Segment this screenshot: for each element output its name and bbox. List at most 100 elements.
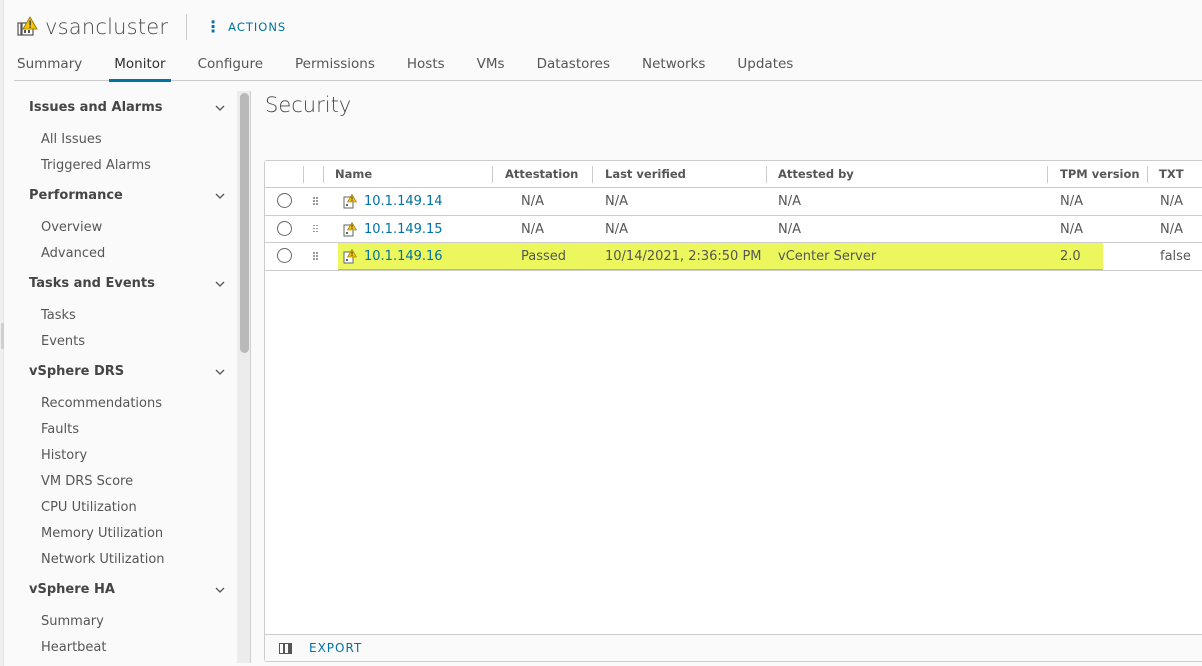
last-verified-cell: 10/14/2021, 2:36:50 PM [605, 249, 762, 264]
column-header-attestation[interactable]: Attestation [505, 161, 578, 187]
column-header-attested-by[interactable]: Attested by [778, 161, 854, 187]
left-pane-splitter[interactable] [0, 0, 4, 666]
row-select-radio[interactable] [277, 220, 292, 236]
header-divider [186, 14, 188, 40]
tpm-version-cell: N/A [1060, 194, 1083, 209]
export-button[interactable]: EXPORT [309, 641, 362, 655]
sidebar-section-performance[interactable]: Performance [29, 188, 229, 203]
attested-by-cell: vCenter Server [778, 249, 877, 264]
tab-datastores[interactable]: Datastores [534, 50, 613, 81]
last-verified-cell: N/A [605, 221, 628, 237]
tpm-version-cell: N/A [1060, 221, 1083, 237]
sidebar-section-vsphere-ha[interactable]: vSphere HA [29, 582, 229, 597]
sidebar-item-recommendations[interactable]: Recommendations [41, 396, 162, 411]
drag-handle-icon[interactable] [313, 224, 319, 234]
column-separator[interactable] [1047, 166, 1048, 183]
attestation-cell: Passed [521, 249, 567, 264]
sidebar-section-tasks-and-events[interactable]: Tasks and Events [29, 276, 229, 291]
table-row[interactable]: 10.1.149.14 N/A N/A N/A N/A N/A [265, 188, 1202, 216]
host-warning-icon [343, 194, 357, 209]
sidebar-item-advanced[interactable]: Advanced [41, 246, 105, 261]
column-separator [323, 166, 324, 183]
datagrid-header: Name Attestation Last verified Attested … [265, 161, 1202, 188]
host-warning-icon [343, 221, 357, 236]
security-datagrid: Name Attestation Last verified Attested … [264, 160, 1202, 662]
sidebar-item-events[interactable]: Events [41, 334, 85, 349]
tab-vms[interactable]: VMs [474, 50, 508, 81]
chevron-down-icon [215, 369, 225, 375]
sidebar-item-ha-summary[interactable]: Summary [41, 614, 104, 629]
column-separator[interactable] [766, 166, 767, 183]
tab-networks[interactable]: Networks [639, 50, 708, 81]
tab-configure[interactable]: Configure [195, 50, 266, 81]
splitter-grip[interactable] [1, 323, 4, 349]
sidebar-item-triggered-alarms[interactable]: Triggered Alarms [41, 158, 151, 173]
row-select-radio[interactable] [277, 193, 292, 208]
sidebar-item-all-issues[interactable]: All Issues [41, 132, 102, 147]
attested-by-cell: N/A [778, 194, 801, 209]
attested-by-cell: N/A [778, 221, 801, 237]
column-header-name[interactable]: Name [335, 161, 372, 187]
section-title: Issues and Alarms [29, 100, 163, 115]
column-separator [303, 166, 304, 183]
column-header-txt[interactable]: TXT [1159, 161, 1184, 187]
vsphere-client-page: vsancluster ⋮ ACTIONS Summary Monitor Co… [0, 0, 1202, 666]
section-title: vSphere HA [29, 582, 115, 597]
vertical-ellipsis-icon: ⋮ [205, 17, 223, 36]
sidebar-section-issues-and-alarms[interactable]: Issues and Alarms [29, 100, 229, 115]
object-header: vsancluster ⋮ ACTIONS [17, 13, 286, 41]
txt-cell: false [1160, 249, 1191, 264]
sidebar-item-history[interactable]: History [41, 448, 87, 463]
object-title: vsancluster [45, 15, 169, 39]
host-name-link[interactable]: 10.1.149.14 [364, 188, 443, 215]
sidebar-item-vm-drs-score[interactable]: VM DRS Score [41, 474, 133, 489]
sidebar-scrollbar[interactable] [237, 91, 251, 663]
monitor-sidebar: Issues and Alarms All Issues Triggered A… [5, 82, 235, 666]
drag-handle-icon[interactable] [313, 197, 319, 206]
chevron-down-icon [215, 281, 225, 287]
datagrid-footer: EXPORT [265, 634, 1202, 661]
sidebar-item-heartbeat[interactable]: Heartbeat [41, 640, 107, 655]
host-name-link[interactable]: 10.1.149.15 [364, 216, 443, 243]
txt-cell: N/A [1160, 194, 1183, 209]
chevron-down-icon [215, 193, 225, 199]
cluster-warning-icon [17, 16, 39, 38]
sidebar-item-cpu-utilization[interactable]: CPU Utilization [41, 500, 137, 515]
sidebar-item-tasks[interactable]: Tasks [41, 308, 76, 323]
column-separator[interactable] [1147, 166, 1148, 183]
chevron-down-icon [215, 587, 225, 593]
sidebar-item-memory-utilization[interactable]: Memory Utilization [41, 526, 163, 541]
sidebar-item-overview[interactable]: Overview [41, 220, 102, 235]
attestation-cell: N/A [521, 194, 544, 209]
host-name-link[interactable]: 10.1.149.16 [364, 243, 443, 270]
sidebar-item-network-utilization[interactable]: Network Utilization [41, 552, 165, 567]
sidebar-section-vsphere-drs[interactable]: vSphere DRS [29, 364, 229, 379]
host-warning-icon [343, 249, 357, 264]
section-title: Tasks and Events [29, 276, 155, 291]
table-row[interactable]: 10.1.149.16 Passed 10/14/2021, 2:36:50 P… [265, 243, 1202, 271]
actions-label: ACTIONS [228, 20, 287, 34]
attestation-cell: N/A [521, 221, 544, 237]
tab-updates[interactable]: Updates [734, 50, 796, 81]
txt-cell: N/A [1160, 221, 1183, 237]
drag-handle-icon[interactable] [313, 252, 319, 261]
tab-monitor[interactable]: Monitor [109, 50, 171, 82]
column-separator[interactable] [592, 166, 593, 183]
tab-summary[interactable]: Summary [14, 50, 85, 81]
object-tabs: Summary Monitor Configure Permissions Ho… [14, 50, 1202, 82]
column-separator[interactable] [492, 166, 493, 183]
tab-hosts[interactable]: Hosts [404, 50, 448, 81]
column-header-last-verified[interactable]: Last verified [605, 161, 686, 187]
column-header-tpm-version[interactable]: TPM version [1060, 161, 1140, 187]
tpm-version-cell: 2.0 [1060, 249, 1081, 264]
table-row[interactable]: 10.1.149.15 N/A N/A N/A N/A N/A [265, 216, 1202, 243]
actions-menu-button[interactable]: ⋮ ACTIONS [205, 19, 286, 35]
column-toggle-icon[interactable] [279, 642, 292, 654]
sidebar-item-faults[interactable]: Faults [41, 422, 79, 437]
tab-permissions[interactable]: Permissions [292, 50, 378, 81]
section-title: vSphere DRS [29, 364, 125, 379]
last-verified-cell: N/A [605, 194, 628, 209]
sidebar-scrollbar-thumb[interactable] [240, 93, 249, 353]
row-select-radio[interactable] [277, 248, 292, 263]
chevron-down-icon [215, 105, 225, 111]
